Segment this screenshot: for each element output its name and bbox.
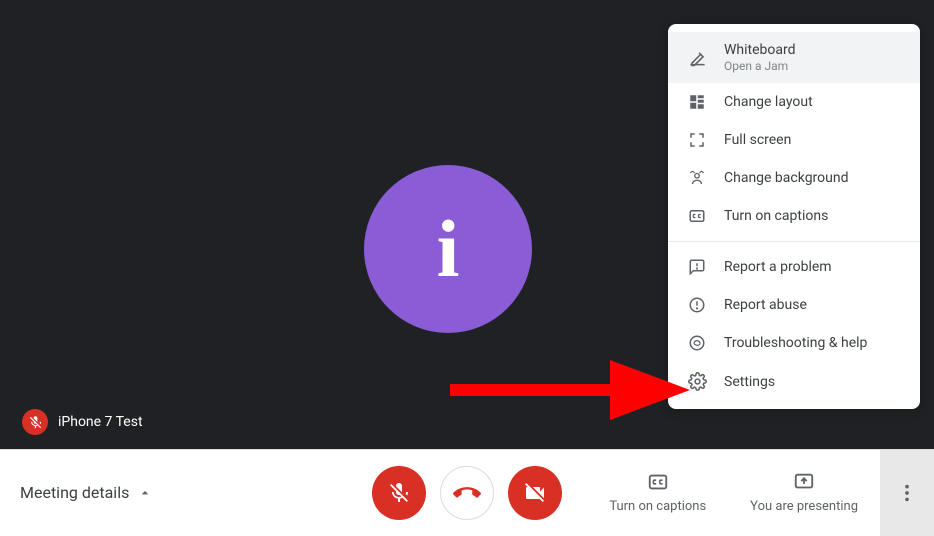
abuse-icon [686,296,708,314]
menu-label: Turn on captions [724,208,902,224]
camera-off-button[interactable] [508,466,562,520]
menu-item-settings[interactable]: Settings [668,362,920,401]
presenting-button[interactable]: You are presenting [728,450,880,536]
captions-icon [686,207,708,225]
more-vert-icon [896,482,918,504]
hang-up-button[interactable] [440,466,494,520]
meeting-details-label: Meeting details [20,483,129,502]
menu-label: Settings [724,374,902,390]
menu-label: Troubleshooting & help [724,335,902,351]
menu-item-troubleshoot[interactable]: Troubleshooting & help [668,324,920,362]
menu-item-layout[interactable]: Change layout [668,83,920,121]
pencil-icon [686,48,708,67]
menu-sublabel: Open a Jam [724,59,902,73]
presenting-label: You are presenting [750,499,858,514]
layout-icon [686,93,708,111]
feedback-icon [686,258,708,276]
menu-item-captions[interactable]: Turn on captions [668,197,920,235]
menu-item-report-abuse[interactable]: Report abuse [668,286,920,324]
menu-label: Change background [724,170,902,186]
menu-label: Report a problem [724,259,902,275]
more-options-button[interactable] [880,450,934,536]
background-icon [686,169,708,187]
chevron-up-icon [137,485,153,501]
fullscreen-icon [686,131,708,149]
menu-label: Report abuse [724,297,902,313]
mute-mic-button[interactable] [372,466,426,520]
menu-label: Change layout [724,94,902,110]
right-controls: Turn on captions You are presenting [587,450,934,536]
call-controls [372,466,562,520]
menu-divider [668,241,920,242]
captions-icon [647,471,669,493]
hangup-icon [453,479,481,507]
menu-item-background[interactable]: Change background [668,159,920,197]
turn-on-captions-button[interactable]: Turn on captions [587,450,728,536]
meeting-details-button[interactable]: Meeting details [20,483,153,502]
camera-off-icon [523,481,547,505]
menu-item-fullscreen[interactable]: Full screen [668,121,920,159]
avatar: i [364,165,532,333]
participant-name: iPhone 7 Test [58,414,143,430]
menu-item-whiteboard[interactable]: Whiteboard Open a Jam [668,32,920,83]
mic-off-icon [387,481,411,505]
participant-badge: iPhone 7 Test [22,409,143,435]
avatar-letter: i [437,208,460,290]
bottom-bar: Meeting details Turn on captions You are… [0,449,934,535]
menu-item-report-problem[interactable]: Report a problem [668,248,920,286]
captions-label: Turn on captions [609,499,706,514]
more-options-menu: Whiteboard Open a Jam Change layout Full… [668,24,920,409]
present-icon [793,471,815,493]
menu-label: Whiteboard [724,42,902,58]
gear-icon [686,372,708,391]
troubleshoot-icon [686,334,708,352]
mic-muted-icon [22,409,48,435]
menu-label: Full screen [724,132,902,148]
